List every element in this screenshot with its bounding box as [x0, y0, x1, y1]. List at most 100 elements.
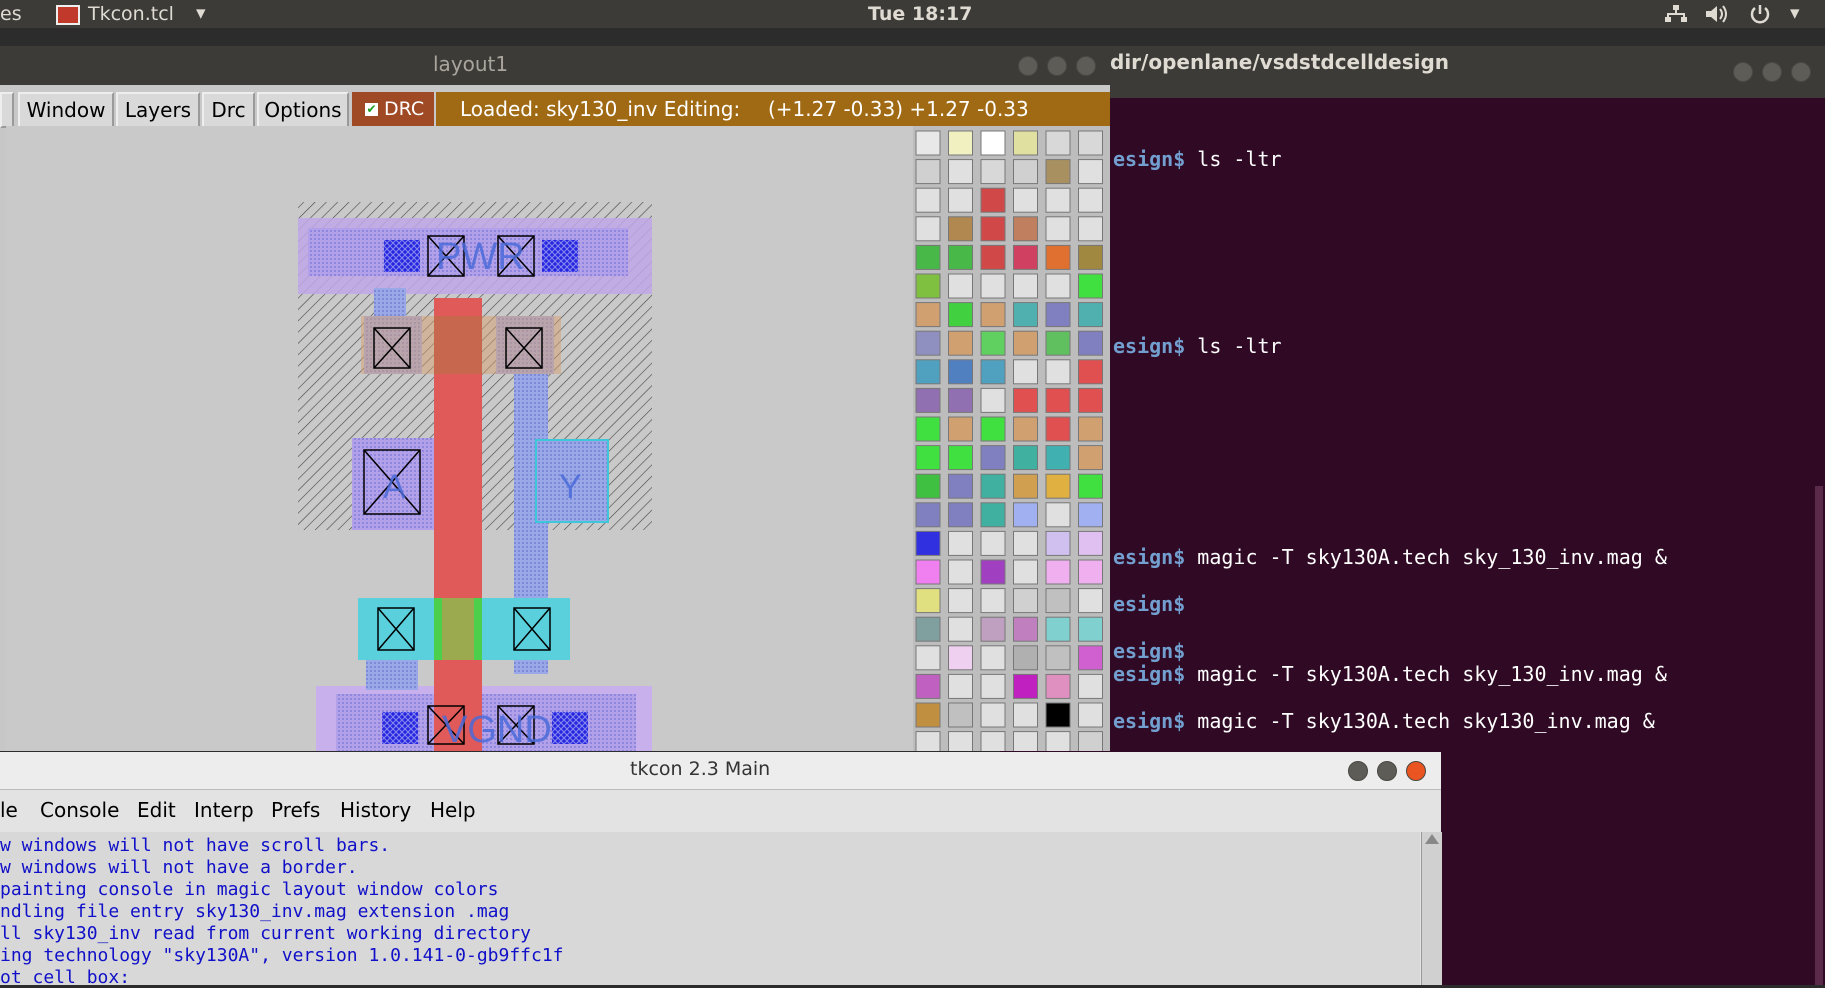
menu-layers[interactable]: Layers: [116, 92, 200, 128]
terminal-scrollbar[interactable]: [1815, 486, 1823, 985]
layer-swatch[interactable]: [980, 559, 1006, 585]
layer-swatch[interactable]: [1078, 244, 1103, 270]
layer-swatch[interactable]: [915, 559, 941, 585]
layer-swatch[interactable]: [915, 731, 941, 757]
layer-swatch[interactable]: [1078, 416, 1103, 442]
layer-swatch[interactable]: [915, 445, 941, 471]
layer-swatch[interactable]: [948, 187, 973, 213]
layer-swatch[interactable]: [948, 559, 973, 585]
layer-swatch[interactable]: [1078, 588, 1103, 614]
layer-swatch[interactable]: [1045, 330, 1071, 356]
layer-swatch[interactable]: [915, 530, 941, 556]
layer-swatch[interactable]: [980, 731, 1006, 757]
layer-swatch[interactable]: [980, 187, 1006, 213]
layer-swatch[interactable]: [1013, 330, 1038, 356]
layer-swatch[interactable]: [948, 502, 973, 528]
layer-swatch[interactable]: [1013, 731, 1038, 757]
activities-partial[interactable]: es: [0, 3, 22, 25]
layer-swatch[interactable]: [1078, 302, 1103, 328]
menu-options[interactable]: Options: [257, 92, 349, 128]
menu-console[interactable]: Console: [40, 798, 119, 822]
menu-history[interactable]: History: [340, 798, 411, 822]
layer-swatch[interactable]: [1045, 473, 1071, 499]
magic-titlebar[interactable]: layout1: [0, 46, 1110, 85]
layer-swatch[interactable]: [915, 616, 941, 642]
minimize-button[interactable]: [1018, 56, 1038, 76]
layer-swatch[interactable]: [948, 302, 973, 328]
layer-swatch[interactable]: [915, 673, 941, 699]
menu-edit[interactable]: Edit: [137, 798, 176, 822]
layer-swatch[interactable]: [1013, 159, 1038, 185]
close-button[interactable]: [1076, 56, 1096, 76]
layer-swatch[interactable]: [1078, 130, 1103, 156]
layer-swatch[interactable]: [948, 273, 973, 299]
layer-swatch[interactable]: [1045, 416, 1071, 442]
layer-swatch[interactable]: [948, 159, 973, 185]
clock[interactable]: Tue 18:17: [868, 3, 972, 25]
layer-swatch[interactable]: [948, 416, 973, 442]
close-button[interactable]: [1791, 62, 1811, 82]
layer-swatch[interactable]: [1013, 359, 1038, 385]
layer-swatch[interactable]: [915, 473, 941, 499]
layer-swatch[interactable]: [1013, 416, 1038, 442]
layer-swatch[interactable]: [948, 645, 973, 671]
layer-swatch[interactable]: [1045, 187, 1071, 213]
layout-drawing[interactable]: PWR VGND A Y: [6, 126, 913, 770]
layer-swatch[interactable]: [1045, 588, 1071, 614]
terminal-titlebar[interactable]: dir/openlane/vsdstdcelldesign: [1000, 46, 1825, 98]
layer-swatch[interactable]: [948, 359, 973, 385]
layer-swatch[interactable]: [980, 387, 1006, 413]
layer-swatch[interactable]: [980, 673, 1006, 699]
layer-swatch[interactable]: [915, 416, 941, 442]
minimize-button[interactable]: [1733, 62, 1753, 82]
layer-swatch[interactable]: [948, 473, 973, 499]
layer-swatch[interactable]: [1013, 530, 1038, 556]
maximize-button[interactable]: [1762, 62, 1782, 82]
layer-swatch[interactable]: [1045, 645, 1071, 671]
layer-swatch[interactable]: [1013, 273, 1038, 299]
layer-swatch[interactable]: [915, 502, 941, 528]
layer-swatch[interactable]: [1045, 387, 1071, 413]
layer-swatch[interactable]: [1045, 216, 1071, 242]
layer-swatch[interactable]: [1013, 187, 1038, 213]
layer-swatch[interactable]: [1013, 244, 1038, 270]
layer-swatch[interactable]: [980, 645, 1006, 671]
layer-swatch[interactable]: [1013, 445, 1038, 471]
layer-swatch[interactable]: [915, 702, 941, 728]
layer-swatch[interactable]: [980, 216, 1006, 242]
layer-swatch[interactable]: [980, 616, 1006, 642]
layer-swatch[interactable]: [1045, 273, 1071, 299]
layer-swatch[interactable]: [1078, 187, 1103, 213]
layer-swatch[interactable]: [915, 244, 941, 270]
layer-swatch[interactable]: [1078, 616, 1103, 642]
app-menu[interactable]: Tkcon.tcl: [88, 3, 174, 25]
layer-swatch[interactable]: [948, 530, 973, 556]
layer-swatch[interactable]: [980, 359, 1006, 385]
layer-swatch[interactable]: [1078, 387, 1103, 413]
layer-swatch[interactable]: [1013, 702, 1038, 728]
layer-swatch[interactable]: [1013, 559, 1038, 585]
layer-swatch[interactable]: [980, 130, 1006, 156]
minimize-button[interactable]: [1348, 761, 1368, 781]
layer-swatch[interactable]: [1045, 731, 1071, 757]
layer-swatch[interactable]: [980, 416, 1006, 442]
menu-help[interactable]: Help: [430, 798, 476, 822]
layer-swatch[interactable]: [948, 616, 973, 642]
layer-swatch[interactable]: [1045, 559, 1071, 585]
layer-swatch[interactable]: [1013, 473, 1038, 499]
close-button[interactable]: [1406, 761, 1426, 781]
layer-swatch[interactable]: [915, 302, 941, 328]
layer-swatch[interactable]: [1078, 216, 1103, 242]
layer-swatch[interactable]: [1078, 673, 1103, 699]
layer-swatch[interactable]: [915, 645, 941, 671]
layer-swatch[interactable]: [1013, 302, 1038, 328]
layer-swatch[interactable]: [915, 187, 941, 213]
magic-layout-window[interactable]: layout1 Window Layers Drc Options ✔ DRC L…: [0, 46, 1110, 770]
layer-swatch[interactable]: [948, 130, 973, 156]
layer-swatch[interactable]: [980, 159, 1006, 185]
tkcon-window[interactable]: tkcon 2.3 Main le Console Edit Interp Pr…: [0, 752, 1442, 988]
layer-swatch[interactable]: [980, 530, 1006, 556]
layer-swatch[interactable]: [948, 387, 973, 413]
layer-swatch[interactable]: [948, 673, 973, 699]
layer-swatch[interactable]: [1045, 359, 1071, 385]
